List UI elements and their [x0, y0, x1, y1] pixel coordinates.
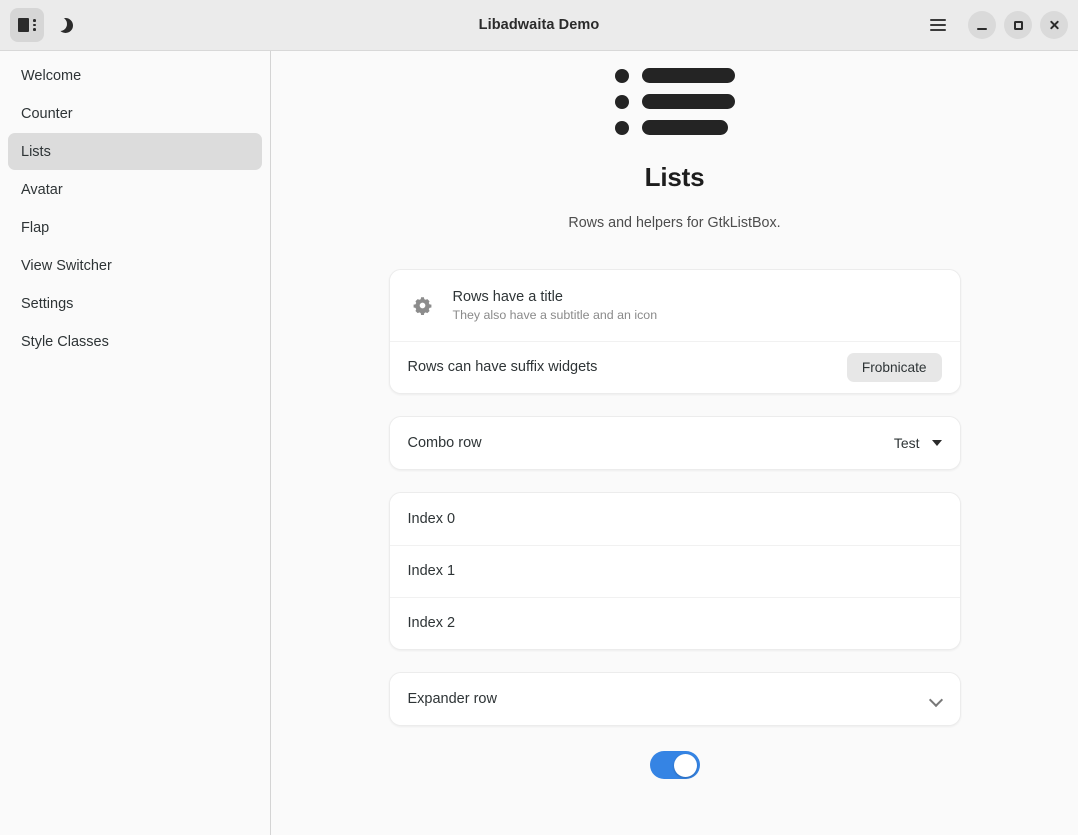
index-list-card: Index 0 Index 1 Index 2 — [388, 492, 961, 650]
sidebar-item-welcome[interactable]: Welcome — [8, 57, 262, 94]
suffix-widget-row[interactable]: Rows can have suffix widgets Frobnicate — [389, 341, 960, 393]
combo-row-card: Combo row Test — [388, 416, 961, 470]
sidebar-item-label: Welcome — [21, 67, 82, 84]
titlebar-left-controls — [10, 8, 84, 42]
combo-row[interactable]: Combo row Test — [389, 417, 960, 469]
sidebar-item-settings[interactable]: Settings — [8, 285, 262, 322]
maximize-button[interactable] — [1004, 11, 1032, 39]
minimize-icon — [977, 27, 987, 30]
application-window: Libadwaita Demo Welcome Counter Lists Av… — [0, 0, 1078, 835]
frobnicate-button[interactable]: Frobnicate — [846, 353, 942, 382]
expander-row-card: Expander row — [388, 672, 961, 726]
sidebar-item-style-classes[interactable]: Style Classes — [8, 323, 262, 360]
expander-enable-switch[interactable] — [649, 751, 700, 779]
sidebar-item-label: Settings — [21, 295, 74, 312]
sidebar-item-label: Flap — [21, 219, 50, 236]
sidebar-item-label: Counter — [21, 105, 73, 122]
sidebar-item-flap[interactable]: Flap — [8, 209, 262, 246]
sidebar-toggle-button[interactable] — [10, 8, 44, 42]
sidebar-item-label: Avatar — [21, 181, 63, 198]
sidebar: Welcome Counter Lists Avatar Flap View S… — [0, 51, 271, 835]
close-button[interactable] — [1040, 11, 1068, 39]
title-subtitle-row[interactable]: Rows have a title They also have a subti… — [389, 270, 960, 341]
row-title: Rows can have suffix widgets — [407, 359, 598, 376]
titlebar-right-controls — [922, 9, 1068, 41]
sidebar-item-view-switcher[interactable]: View Switcher — [8, 247, 262, 284]
sidebar-show-icon — [18, 18, 36, 32]
row-title: Index 0 — [407, 510, 456, 527]
page-subtitle: Rows and helpers for GtkListBox. — [568, 215, 781, 231]
list-item[interactable]: Index 2 — [389, 597, 960, 649]
sidebar-item-label: Lists — [21, 143, 51, 160]
switch-knob — [673, 753, 697, 777]
window-body: Welcome Counter Lists Avatar Flap View S… — [0, 51, 1078, 835]
combo-selected-value: Test — [893, 435, 920, 451]
titlebar: Libadwaita Demo — [0, 0, 1078, 51]
sidebar-item-label: View Switcher — [21, 257, 112, 274]
list-item[interactable]: Index 1 — [389, 545, 960, 597]
row-title: Index 1 — [407, 563, 456, 580]
sidebar-item-lists[interactable]: Lists — [8, 133, 262, 170]
page-title: Lists — [644, 162, 705, 192]
gear-icon — [408, 296, 438, 315]
window-title: Libadwaita Demo — [478, 17, 600, 33]
basic-rows-card: Rows have a title They also have a subti… — [388, 269, 961, 394]
list-bullets-icon — [614, 68, 735, 135]
main-menu-button[interactable] — [922, 9, 954, 41]
row-subtitle: They also have a subtitle and an icon — [452, 307, 658, 322]
minimize-button[interactable] — [968, 11, 996, 39]
triangle-down-icon[interactable] — [931, 440, 942, 446]
sidebar-item-counter[interactable]: Counter — [8, 95, 262, 132]
hamburger-menu-icon — [930, 19, 946, 31]
row-title: Rows have a title — [452, 288, 563, 305]
dark-mode-toggle-button[interactable] — [50, 8, 84, 42]
row-title: Index 2 — [407, 615, 456, 632]
content-area: Lists Rows and helpers for GtkListBox. R… — [271, 51, 1078, 835]
maximize-icon — [1013, 20, 1023, 30]
expander-row[interactable]: Expander row — [389, 673, 960, 725]
row-title: Combo row — [407, 434, 482, 451]
switch-container — [389, 751, 961, 779]
chevron-down-icon[interactable] — [930, 693, 942, 705]
row-title: Expander row — [407, 690, 497, 707]
close-icon — [1049, 20, 1060, 31]
moon-icon — [59, 17, 75, 33]
sidebar-item-label: Style Classes — [21, 333, 109, 350]
sidebar-item-avatar[interactable]: Avatar — [8, 171, 262, 208]
list-item[interactable]: Index 0 — [389, 493, 960, 545]
